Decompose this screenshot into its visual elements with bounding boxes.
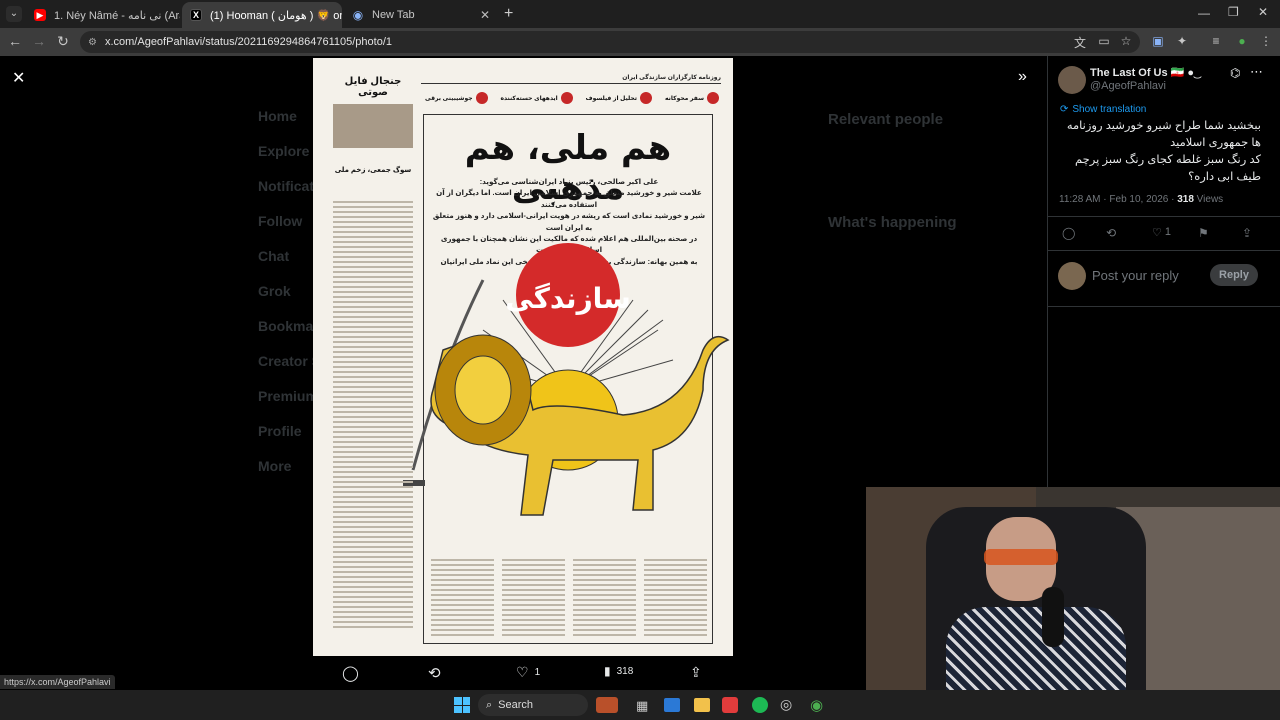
grok-icon[interactable]: ⌬: [1230, 66, 1240, 80]
back-icon[interactable]: ←: [6, 33, 24, 49]
reply-button[interactable]: Reply: [1210, 264, 1258, 286]
author-handle[interactable]: @AgeofPahlavi: [1090, 80, 1166, 92]
app-icon[interactable]: [722, 697, 738, 713]
steam-icon[interactable]: ◎: [780, 696, 792, 713]
reply-icon[interactable]: ◯: [1062, 226, 1075, 240]
extensions-puzzle-icon[interactable]: ✦: [1174, 34, 1190, 48]
tab-title: (1) Hooman ( هومان ) 🦁 on X: [210, 9, 342, 22]
repost-icon: ⟲: [428, 665, 441, 682]
masthead: روزنامه کارگزاران سازندگی ایران: [622, 75, 721, 81]
site-info-icon[interactable]: ⚙: [88, 37, 97, 48]
share-action[interactable]: ⇪: [690, 664, 702, 681]
status-url: https://x.com/AgeofPahlavi: [0, 675, 115, 689]
my-avatar: [1058, 262, 1086, 290]
tab-title: 1. Néy Nâmé - نی نامه (Ara: [54, 9, 180, 22]
tweet-text: ببخشید شما طراح شیرو خورشید روزنامه ها ج…: [1066, 120, 1261, 183]
top-item: تحلیل از فیلسوف: [586, 88, 652, 108]
reply-icon: ◯: [342, 665, 359, 682]
top-item: جوشیبینی برقی: [425, 88, 488, 108]
task-view-icon[interactable]: ▦: [636, 698, 648, 714]
tab-0[interactable]: ▶ 1. Néy Nâmé - نی نامه (Ara 🔊 ✕: [26, 2, 180, 28]
youtube-icon: ▶: [34, 9, 46, 21]
minimize-icon[interactable]: —: [1198, 6, 1210, 20]
windows-taskbar: ⌕ Search ▦ ◎ ◉: [0, 690, 1280, 720]
tab-1[interactable]: X (1) Hooman ( هومان ) 🦁 on X ✕: [182, 2, 342, 28]
top-item: ایدههای حسته‌کننده: [500, 88, 573, 108]
restore-icon[interactable]: ❐: [1228, 5, 1239, 19]
bg-whats-happening: What's happening: [828, 214, 957, 231]
more-dots-icon[interactable]: ⋯: [1250, 64, 1263, 80]
cast-icon[interactable]: ▭: [1096, 34, 1112, 48]
rule: [421, 83, 721, 84]
side-headline: جنجال فایل صوتی: [344, 76, 402, 98]
address-bar[interactable]: ⚙ x.com/AgeofPahlavi/status/202116929486…: [80, 31, 1140, 53]
webcam-overlay: [866, 487, 1280, 720]
tab-title: New Tab: [372, 9, 415, 21]
lion-and-sun-illustration: سازندگی: [403, 243, 730, 516]
like-count: 1: [534, 667, 541, 678]
microphone: [1042, 587, 1064, 647]
tweet-photo[interactable]: روزنامه کارگزاران سازندگی ایران سفر محوک…: [313, 58, 733, 656]
orange-glasses: [984, 549, 1058, 565]
top-items-row: سفر محوکانه تحلیل از فیلسوف ایدههای حسته…: [425, 88, 719, 108]
media-icon[interactable]: ≡: [1208, 34, 1224, 48]
store-icon[interactable]: [664, 698, 680, 712]
side-text-lines: [333, 198, 413, 631]
divider: [1048, 216, 1280, 217]
windows-start-icon[interactable]: [454, 697, 470, 713]
views-count: 318: [1177, 194, 1194, 205]
bookmark-star-icon[interactable]: ☆: [1118, 34, 1134, 48]
translate-globe-icon: ⟳: [1060, 104, 1069, 115]
spotify-icon[interactable]: [752, 697, 768, 713]
divider: [1048, 306, 1280, 307]
new-tab-icon[interactable]: +: [504, 5, 513, 23]
like-button[interactable]: ♡ 1: [1152, 226, 1171, 239]
bottom-columns: [431, 556, 707, 639]
translate-icon[interactable]: 文: [1072, 34, 1088, 51]
extension-icon[interactable]: ▣: [1150, 34, 1166, 48]
share-icon: ⇪: [690, 664, 702, 680]
collapse-panel-icon[interactable]: »: [1018, 68, 1027, 86]
avatar[interactable]: [1058, 66, 1086, 94]
x-logo-icon: X: [190, 9, 202, 21]
close-window-icon[interactable]: ✕: [1258, 5, 1268, 19]
heart-icon: ♡: [516, 664, 529, 680]
side-headline-2: سوگ جمعی، زخم ملی: [334, 167, 412, 174]
chrome-taskbar-icon[interactable]: ◉: [810, 696, 823, 714]
views-action[interactable]: ▮ 318: [604, 664, 633, 678]
view-count: 318: [616, 665, 634, 677]
divider: [1048, 250, 1280, 251]
tweet-meta: 11:28 AM · Feb 10, 2026 · 318 Views: [1059, 194, 1224, 205]
close-tab-icon[interactable]: ✕: [474, 8, 490, 22]
forward-icon[interactable]: →: [30, 33, 48, 49]
top-item: سفر محوکانه: [665, 88, 719, 108]
sazandegi-logo-text: سازندگی: [505, 282, 630, 315]
reload-icon[interactable]: ↻: [54, 33, 72, 50]
repost-icon[interactable]: ⟲: [1106, 226, 1116, 240]
profile-icon[interactable]: ●: [1234, 34, 1250, 48]
share-icon[interactable]: ⇪: [1242, 226, 1252, 240]
bar-chart-icon: ▮: [604, 664, 611, 678]
bg-relevant-people: Relevant people: [828, 111, 944, 128]
heart-icon: ♡: [1152, 227, 1162, 239]
repost-action[interactable]: ⟲: [428, 664, 441, 682]
reply-input[interactable]: Post your reply: [1092, 268, 1179, 283]
side-photo: [333, 104, 413, 148]
file-explorer-icon[interactable]: [694, 698, 710, 712]
tab-2[interactable]: ◉ New Tab ✕: [344, 2, 498, 28]
menu-dots-icon[interactable]: ⋮: [1258, 34, 1274, 48]
close-viewer-icon[interactable]: ✕: [12, 68, 25, 88]
taskbar-search[interactable]: ⌕ Search: [478, 694, 588, 716]
show-translation-link[interactable]: ⟳ Show translation: [1060, 104, 1146, 115]
author-name[interactable]: The Last Of Us 🇮🇷 ●͜: [1090, 66, 1194, 79]
bookmark-icon[interactable]: ⚑: [1198, 226, 1209, 240]
tab-search-chevron-icon[interactable]: ⌄: [6, 6, 22, 22]
like-action[interactable]: ♡ 1: [516, 664, 540, 681]
url-text: x.com/AgeofPahlavi/status/20211692948647…: [104, 36, 393, 48]
search-icon: ⌕: [486, 698, 493, 711]
tab-strip: ⌄ ▶ 1. Néy Nâmé - نی نامه (Ara 🔊 ✕ X (1)…: [0, 0, 1280, 28]
reply-action[interactable]: ◯: [342, 664, 359, 682]
widget-icon[interactable]: [596, 697, 618, 713]
chrome-icon: ◉: [352, 8, 364, 22]
